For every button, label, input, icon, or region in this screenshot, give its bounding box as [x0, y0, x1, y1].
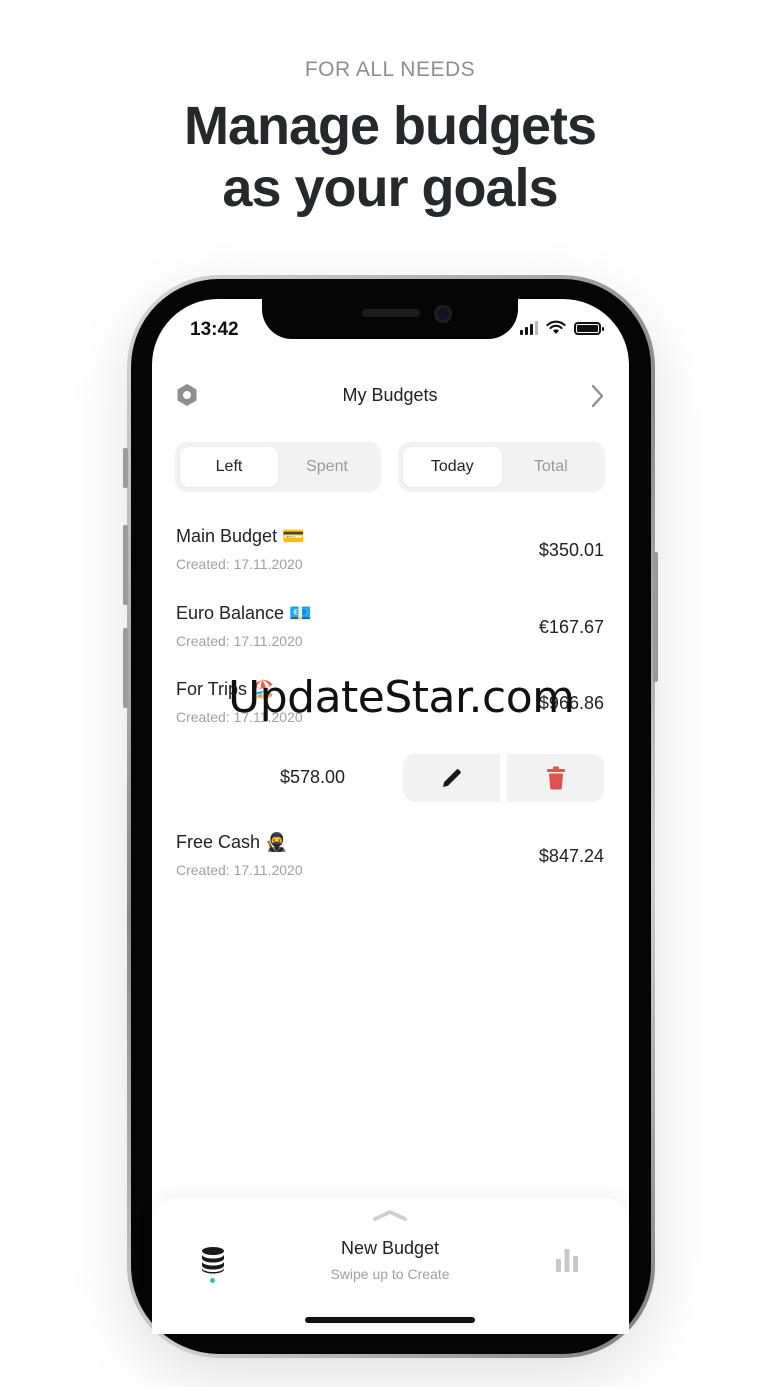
budget-created-date: Created: 17.11.2020 — [176, 556, 303, 572]
watermark: UpdateStar.com — [228, 672, 575, 723]
wifi-icon — [546, 320, 566, 334]
segment-total[interactable]: Total — [502, 447, 601, 487]
power-button — [653, 552, 658, 682]
status-time: 13:42 — [190, 319, 239, 340]
page-title: My Budgets — [342, 385, 438, 405]
volume-down-button — [123, 628, 128, 708]
settings-icon[interactable] — [175, 383, 199, 407]
budget-created-date: Created: 17.11.2020 — [176, 862, 303, 878]
home-indicator[interactable] — [305, 1317, 475, 1323]
budget-amount: €167.67 — [538, 617, 604, 637]
swipe-hint: Swipe up to Create — [330, 1266, 450, 1282]
new-budget-title[interactable]: New Budget — [290, 1238, 490, 1259]
signal-icon — [520, 321, 538, 335]
volume-up-button — [123, 525, 128, 605]
mode-segmented-control: Left Spent — [175, 442, 381, 492]
chevron-right-icon[interactable] — [588, 383, 606, 409]
promo-headline: Manage budgets as your goals — [0, 95, 780, 219]
edit-icon — [442, 769, 461, 787]
budget-amount: $350.01 — [538, 540, 604, 560]
segment-spent[interactable]: Spent — [278, 447, 376, 487]
budget-name: Free Cash 🥷 — [176, 832, 288, 852]
mute-switch — [123, 448, 128, 488]
database-icon[interactable] — [200, 1246, 226, 1274]
earpiece-speaker — [362, 309, 420, 317]
segment-today[interactable]: Today — [403, 447, 502, 487]
delete-button[interactable] — [507, 754, 604, 802]
segment-left[interactable]: Left — [180, 447, 278, 487]
trash-icon — [546, 766, 565, 790]
promo-eyebrow: FOR ALL NEEDS — [304, 58, 476, 81]
budget-row[interactable]: Euro Balance 💶 Created: 17.11.2020 €167.… — [176, 603, 604, 655]
battery-icon — [574, 322, 604, 335]
budget-row[interactable]: Main Budget 💳 Created: 17.11.2020 $350.0… — [176, 526, 604, 578]
budget-created-date: Created: 17.11.2020 — [176, 633, 303, 649]
budget-row[interactable]: Free Cash 🥷 Created: 17.11.2020 $847.24 — [176, 832, 604, 884]
budget-name: Euro Balance 💶 — [176, 603, 312, 623]
budget-name: Main Budget 💳 — [176, 526, 305, 546]
period-segmented-control: Today Total — [398, 442, 605, 492]
active-tab-indicator — [210, 1278, 215, 1283]
bar-chart-icon[interactable] — [554, 1247, 580, 1273]
front-camera — [434, 305, 452, 323]
chevron-up-icon[interactable] — [372, 1208, 408, 1222]
swiped-budget-amount[interactable]: $578.00 — [280, 767, 345, 788]
headline-line-1: Manage budgets — [183, 96, 597, 156]
edit-button[interactable] — [403, 754, 500, 802]
budget-amount: $847.24 — [538, 846, 604, 866]
status-icons — [520, 320, 604, 335]
headline-line-2: as your goals — [222, 158, 558, 218]
